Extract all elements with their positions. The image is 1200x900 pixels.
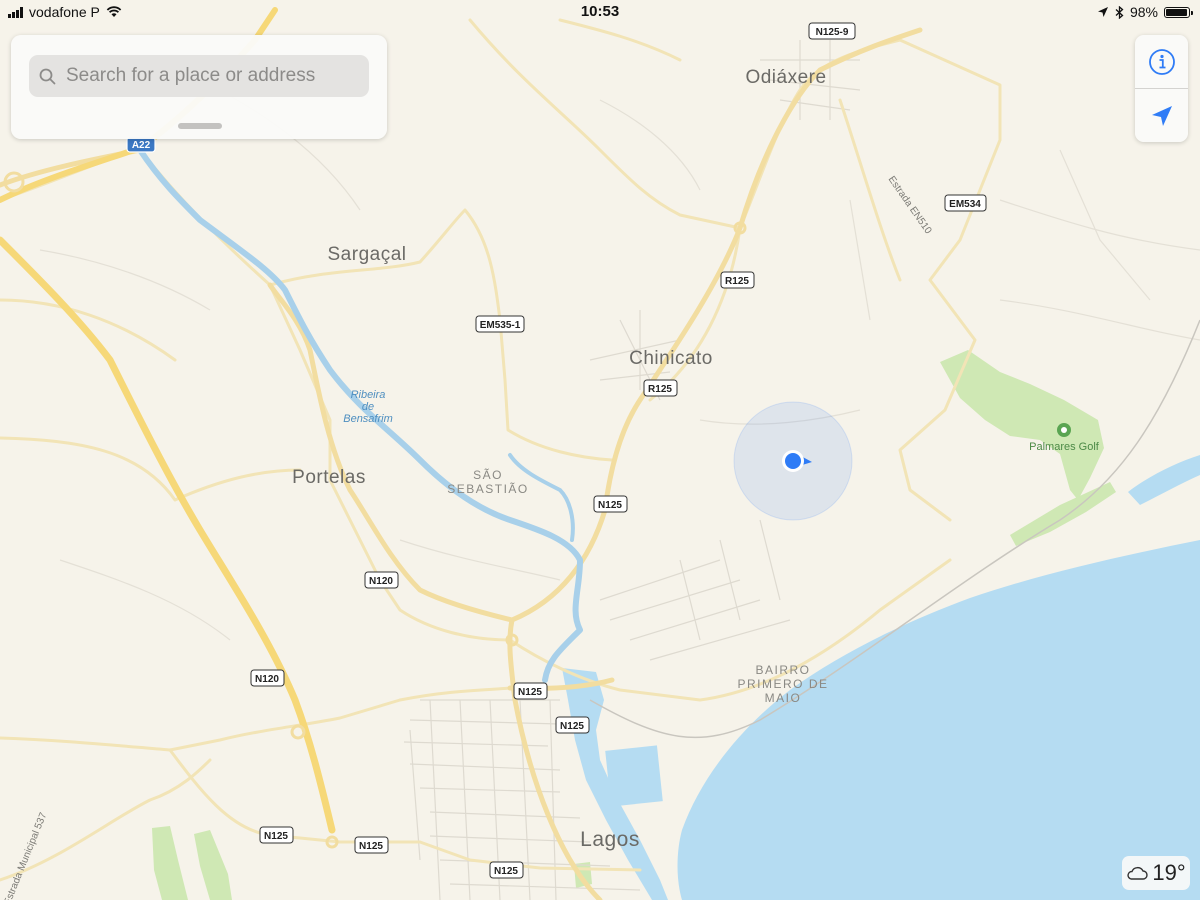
search-input[interactable] <box>64 64 358 88</box>
svg-text:R125: R125 <box>725 276 749 287</box>
status-right: 98% <box>1097 4 1193 20</box>
road-shield-r125-north: R125 <box>720 271 755 289</box>
svg-text:N120: N120 <box>255 674 279 685</box>
marina-basin <box>605 745 663 807</box>
search-icon <box>39 68 56 84</box>
place-sao-sebastiao-line2: SEBASTIÃO <box>447 482 529 496</box>
place-bairro-line3: MAIO <box>765 691 802 705</box>
svg-text:N125: N125 <box>359 841 383 852</box>
road-shield-n125-lagos-north: N125 <box>513 682 548 700</box>
battery-level <box>1166 8 1187 16</box>
svg-text:N120: N120 <box>369 576 393 587</box>
svg-text:N125: N125 <box>598 500 622 511</box>
temperature: 19° <box>1152 860 1186 885</box>
road-shield-n125-chinicato: N125 <box>593 495 628 513</box>
place-sargacal[interactable]: Sargaçal <box>328 244 407 265</box>
river-label-line2: de <box>362 401 374 413</box>
place-bairro-line2: PRIMERO DE <box>737 677 828 691</box>
svg-text:N125: N125 <box>560 721 584 732</box>
place-chinicato[interactable]: Chinicato <box>629 348 713 369</box>
road-shield-n125-harbour: N125 <box>555 716 590 734</box>
svg-text:EM535-1: EM535-1 <box>480 320 521 331</box>
location-arrow-icon <box>1151 105 1172 126</box>
road-shield-n125-9: N125-9 <box>808 22 856 40</box>
road-shield-n125-lagos-south: N125 <box>489 861 524 879</box>
svg-text:N125: N125 <box>518 687 542 698</box>
place-sao-sebastiao-line1: SÃO <box>473 468 503 482</box>
svg-text:EM534: EM534 <box>949 199 981 210</box>
road-shield-n125-west: N125 <box>259 826 294 844</box>
svg-text:R125: R125 <box>648 384 672 395</box>
status-time: 10:53 <box>580 3 620 20</box>
info-icon <box>1148 48 1175 75</box>
battery-icon <box>1164 6 1193 18</box>
map-controls <box>1135 35 1188 142</box>
svg-text:N125: N125 <box>264 831 288 842</box>
place-odiaxere[interactable]: Odiáxere <box>745 67 826 88</box>
road-shield-n125-southwest: N125 <box>354 836 389 854</box>
road-shield-a22: A22 <box>126 136 156 153</box>
bluetooth-icon <box>1115 5 1124 19</box>
place-portelas[interactable]: Portelas <box>292 467 366 488</box>
cloud-icon <box>1127 866 1149 880</box>
svg-text:N125-9: N125-9 <box>816 27 849 38</box>
weather-widget[interactable]: 19° <box>1122 856 1190 890</box>
location-arrow-icon <box>1097 7 1108 17</box>
road-shield-em534: EM534 <box>944 194 987 212</box>
place-lagos[interactable]: Lagos <box>580 828 640 851</box>
search-panel[interactable] <box>11 35 387 139</box>
road-shield-r125-south: R125 <box>643 379 678 397</box>
palmares-golf-label[interactable]: Palmares Golf <box>1029 441 1100 453</box>
user-location-core <box>785 453 801 469</box>
svg-text:N125: N125 <box>494 866 518 877</box>
river-label-line1: Ribeira <box>351 389 386 401</box>
drag-handle[interactable] <box>178 123 222 129</box>
golf-icon <box>1057 423 1071 437</box>
river-label-line3: Bensafrim <box>343 413 393 425</box>
battery-percent: 98% <box>1129 4 1158 20</box>
road-shield-n120-north: N120 <box>364 571 399 589</box>
place-bairro-line1: BAIRRO <box>755 663 810 677</box>
status-bar: vodafone P 10:53 98% <box>0 0 1200 24</box>
info-button[interactable] <box>1135 35 1188 88</box>
search-field[interactable] <box>29 55 369 97</box>
road-shield-em535-1: EM535-1 <box>475 315 525 333</box>
tracking-button[interactable] <box>1135 89 1188 142</box>
svg-text:A22: A22 <box>132 140 151 151</box>
road-shield-n120-south: N120 <box>250 669 285 687</box>
